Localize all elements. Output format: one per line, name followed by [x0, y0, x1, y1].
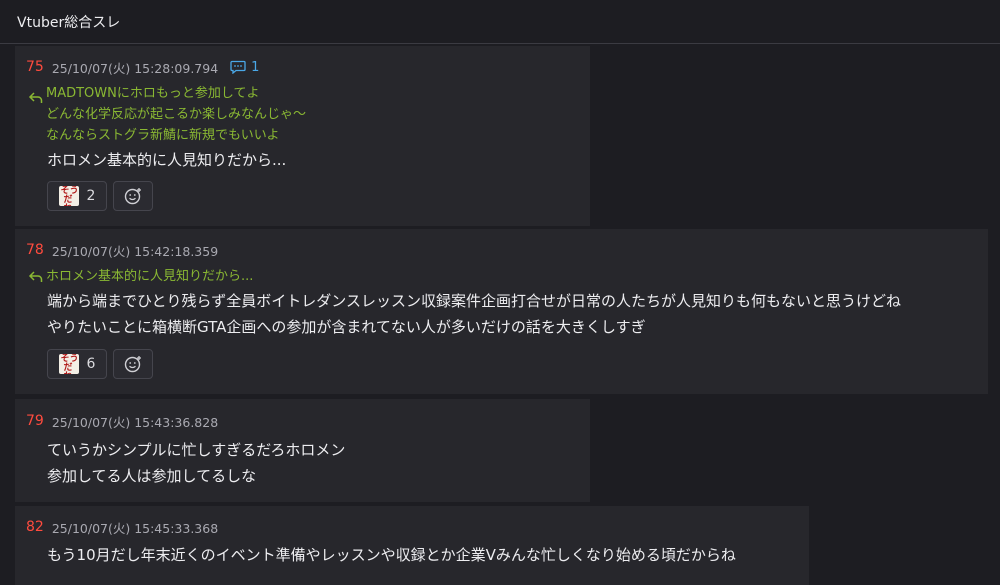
reply-arrow-icon: [28, 92, 43, 103]
reactions: そうだね 6: [47, 349, 153, 379]
post-body-line: 参加してる人は参加してるしな: [47, 467, 257, 485]
post-header: 79 25/10/07(火) 15:43:36.828: [26, 413, 219, 430]
post-number[interactable]: 79: [26, 413, 44, 429]
quote-line: なんならストグラ新鯖に新規でもいいよ: [46, 128, 280, 143]
post-78: 78 25/10/07(火) 15:42:18.359 ホロメン基本的に人見知り…: [15, 229, 988, 394]
post-header: 75 25/10/07(火) 15:28:09.794 1: [26, 59, 259, 76]
post-body-line: ていうかシンプルに忙しすぎるだろホロメン: [47, 441, 346, 459]
reaction-count: 6: [86, 356, 96, 372]
reactions: そうだね 2: [47, 181, 153, 211]
quote-line: MADTOWNにホロもっと参加してよ: [46, 86, 260, 101]
post-body: もう10月だし年末近くのイベント準備やレッスンや収録とか企業Vみんな忙しくなり始…: [47, 542, 736, 568]
post-79: 79 25/10/07(火) 15:43:36.828 ていうかシンプルに忙しす…: [15, 399, 590, 502]
post-number[interactable]: 82: [26, 519, 44, 535]
post-header: 82 25/10/07(火) 15:45:33.368: [26, 519, 219, 536]
post-body: ていうかシンプルに忙しすぎるだろホロメン 参加してる人は参加してるしな: [47, 437, 345, 489]
post-body-line: もう10月だし年末近くのイベント準備やレッスンや収録とか企業Vみんな忙しくなり始…: [47, 546, 736, 564]
stamp-reaction-button[interactable]: そうだね 6: [47, 349, 107, 379]
reply-arrow-icon: [28, 271, 43, 282]
reaction-count: 2: [86, 188, 96, 204]
reply-count-button[interactable]: 1: [230, 60, 259, 75]
quote-line: ホロメン基本的に人見知りだから...: [46, 269, 254, 284]
stamp-reaction-button[interactable]: そうだね 2: [47, 181, 107, 211]
post-body: ホロメン基本的に人見知りだから...: [47, 147, 286, 173]
reply-count: 1: [251, 59, 260, 75]
post-body-line: ホロメン基本的に人見知りだから...: [47, 151, 287, 169]
quote-block[interactable]: ホロメン基本的に人見知りだから...: [26, 266, 253, 287]
comment-icon: [230, 60, 246, 74]
post-header: 78 25/10/07(火) 15:42:18.359: [26, 242, 219, 259]
thread-header: Vtuber総合スレ: [0, 0, 1000, 44]
post-date: 25/10/07(火) 15:43:36.828: [51, 414, 219, 430]
add-emoji-icon: [124, 356, 141, 373]
post-body-line: 端から端までひとり残らず全員ボイトレダンスレッスン収録案件企画打合せが日常の人た…: [47, 292, 901, 310]
add-reaction-button[interactable]: [113, 181, 153, 211]
add-emoji-icon: [124, 188, 141, 205]
quote-line: どんな化学反応が起こるか楽しみなんじゃ〜: [46, 107, 307, 122]
post-date: 25/10/07(火) 15:45:33.368: [51, 520, 219, 536]
post-body-line: やりたいことに箱横断GTA企画への参加が含まれてない人が多いだけの話を大きくしす…: [47, 318, 646, 336]
post-date: 25/10/07(火) 15:42:18.359: [51, 243, 219, 259]
add-reaction-button[interactable]: [113, 349, 153, 379]
thread-title: Vtuber総合スレ: [17, 15, 121, 31]
post-75: 75 25/10/07(火) 15:28:09.794 1 MADTOWNにホロ…: [15, 46, 590, 226]
post-82: 82 25/10/07(火) 15:45:33.368 もう10月だし年末近くの…: [15, 506, 809, 585]
post-date: 25/10/07(火) 15:28:09.794: [51, 60, 219, 76]
post-number[interactable]: 78: [26, 242, 44, 258]
post-body: 端から端までひとり残らず全員ボイトレダンスレッスン収録案件企画打合せが日常の人た…: [47, 288, 901, 340]
quote-block[interactable]: MADTOWNにホロもっと参加してよ どんな化学反応が起こるか楽しみなんじゃ〜 …: [26, 83, 306, 146]
soudane-stamp-icon: そうだね: [58, 186, 79, 206]
post-number[interactable]: 75: [26, 59, 44, 75]
soudane-stamp-icon: そうだね: [58, 354, 79, 374]
